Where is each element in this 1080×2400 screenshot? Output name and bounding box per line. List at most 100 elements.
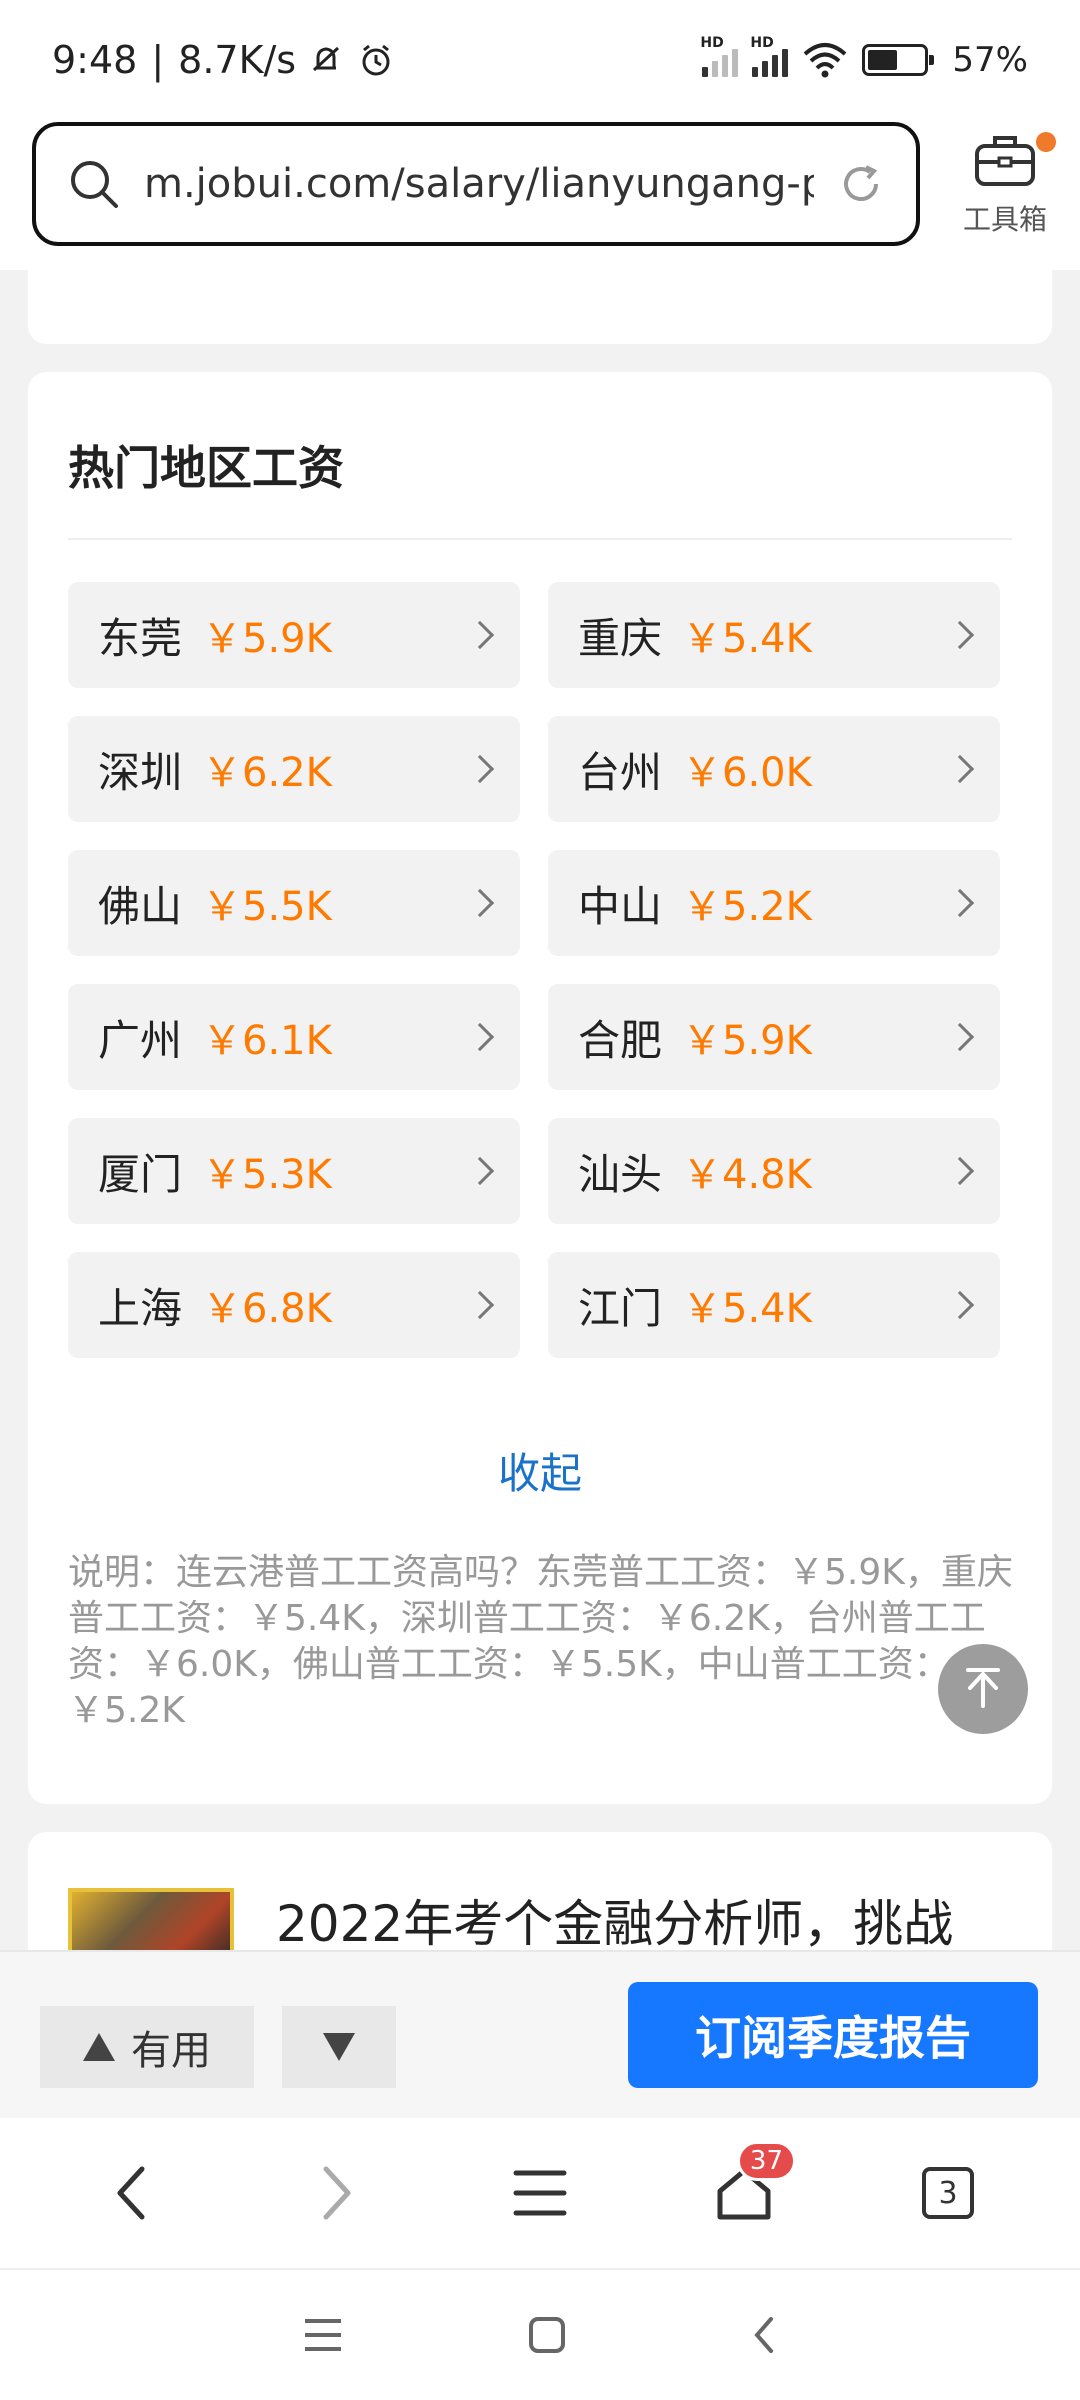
toolbox-label: 工具箱 xyxy=(962,203,1047,236)
chevron-right-icon xyxy=(945,1156,975,1186)
address-area: m.jobui.com/salary/lianyungang-p... 工具箱 xyxy=(0,120,1080,270)
region-city: 广州 xyxy=(98,1015,183,1065)
region-city: 深圳 xyxy=(98,747,183,797)
region-item[interactable]: 深圳 ￥6.2K xyxy=(68,716,520,822)
triangle-up-icon xyxy=(83,2033,115,2061)
region-city: 东莞 xyxy=(98,613,183,663)
region-item[interactable]: 汕头 ￥4.8K xyxy=(548,1118,1000,1224)
region-item[interactable]: 厦门 ￥5.3K xyxy=(68,1118,520,1224)
wifi-icon xyxy=(804,43,847,78)
region-city: 江门 xyxy=(578,1283,663,1333)
divider xyxy=(68,538,1012,540)
region-item[interactable]: 重庆 ￥5.4K xyxy=(548,582,1000,688)
forward-button[interactable] xyxy=(276,2133,396,2253)
region-item[interactable]: 广州 ￥6.1K xyxy=(68,984,520,1090)
status-left: 9:48 | 8.7K/s xyxy=(52,38,396,82)
back-icon xyxy=(117,2166,145,2220)
notification-dot xyxy=(1036,132,1056,152)
not-useful-button[interactable] xyxy=(282,2006,396,2088)
salary-note: 说明：连云港普工工资高吗？东莞普工工资：￥5.9K，重庆普工工资：￥5.4K，深… xyxy=(68,1552,1013,1731)
feedback-bar: 有用 订阅季度报告 xyxy=(0,1950,1080,2118)
back-system-icon[interactable] xyxy=(749,2313,779,2357)
region-city: 上海 xyxy=(98,1283,183,1333)
region-salary: ￥5.5K xyxy=(202,884,332,930)
search-icon xyxy=(71,161,118,208)
chevron-right-icon xyxy=(945,888,975,918)
mute-icon xyxy=(313,46,340,72)
menu-button[interactable] xyxy=(480,2133,600,2253)
alarm-icon xyxy=(362,44,390,76)
home-system-icon[interactable] xyxy=(527,2315,567,2355)
region-item[interactable]: 台州 ￥6.0K xyxy=(548,716,1000,822)
region-item[interactable]: 上海 ￥6.8K xyxy=(68,1252,520,1358)
section-title: 热门地区工资 xyxy=(68,441,344,495)
home-badge: 37 xyxy=(736,2141,796,2181)
region-city: 汕头 xyxy=(578,1149,663,1199)
popular-region-salary-card: 热门地区工资 东莞 ￥5.9K 重庆 ￥5.4K 深圳 ￥6.2K 台州 ￥6.0K 佛… xyxy=(28,372,1052,1804)
triangle-down-icon xyxy=(323,2033,355,2061)
news-thumbnail xyxy=(68,1888,234,1952)
chevron-right-icon xyxy=(465,888,495,918)
region-salary: ￥4.8K xyxy=(682,1152,812,1198)
chevron-right-icon xyxy=(465,1156,495,1186)
region-salary: ￥5.4K xyxy=(682,1286,812,1332)
signal-1-icon: HD xyxy=(700,35,739,77)
toolbox-button[interactable]: 工具箱 xyxy=(950,130,1060,238)
refresh-icon[interactable] xyxy=(836,159,886,209)
region-city: 合肥 xyxy=(578,1015,663,1065)
toolbox-icon xyxy=(975,136,1035,186)
region-city: 厦门 xyxy=(98,1149,183,1199)
browser-nav-bar: 37 3 xyxy=(0,2118,1080,2270)
news-title[interactable]: 2022年考个金融分析师，挑战 xyxy=(276,1884,953,1952)
region-salary: ￥5.4K xyxy=(682,616,812,662)
status-bar: 9:48 | 8.7K/s HD HD 57% xyxy=(0,0,1080,120)
region-salary: ￥6.2K xyxy=(202,750,332,796)
home-button[interactable]: 37 xyxy=(684,2133,804,2253)
news-card[interactable]: 2022年考个金融分析师，挑战 xyxy=(28,1832,1052,1952)
status-right: HD HD 57% xyxy=(700,35,1028,80)
network-speed: 8.7K/s xyxy=(178,38,297,82)
region-city: 佛山 xyxy=(98,881,183,931)
useful-button[interactable]: 有用 xyxy=(40,2006,254,2088)
back-button[interactable] xyxy=(72,2133,192,2253)
collapse-link[interactable]: 收起 xyxy=(28,1440,1052,1501)
signal-2-icon: HD xyxy=(750,35,789,77)
region-salary: ￥5.2K xyxy=(682,884,812,930)
region-salary-grid: 东莞 ￥5.9K 重庆 ￥5.4K 深圳 ￥6.2K 台州 ￥6.0K 佛山 ￥5.5K … xyxy=(68,582,1012,1358)
region-item[interactable]: 合肥 ￥5.9K xyxy=(548,984,1000,1090)
chevron-right-icon xyxy=(945,1290,975,1320)
region-salary: ￥5.9K xyxy=(682,1018,812,1064)
battery-percent: 57% xyxy=(952,40,1028,80)
region-city: 台州 xyxy=(578,747,663,797)
region-salary: ￥5.3K xyxy=(202,1152,332,1198)
region-salary: ￥6.8K xyxy=(202,1286,332,1332)
address-bar[interactable]: m.jobui.com/salary/lianyungang-p... xyxy=(32,122,920,246)
tabs-button[interactable]: 3 xyxy=(888,2133,1008,2253)
chevron-right-icon xyxy=(945,1022,975,1052)
region-city: 重庆 xyxy=(578,613,663,663)
chevron-right-icon xyxy=(945,754,975,784)
region-salary: ￥6.1K xyxy=(202,1018,332,1064)
status-time: 9:48 xyxy=(52,38,138,82)
status-separator: | xyxy=(151,38,165,82)
back-to-top-button[interactable] xyxy=(938,1644,1028,1734)
recent-apps-icon[interactable] xyxy=(301,2315,345,2355)
url-text[interactable]: m.jobui.com/salary/lianyungang-p... xyxy=(144,161,814,207)
chevron-right-icon xyxy=(465,620,495,650)
battery-icon xyxy=(862,44,935,76)
region-salary: ￥6.0K xyxy=(682,750,812,796)
subscribe-report-button[interactable]: 订阅季度报告 xyxy=(628,1982,1038,2088)
useful-label: 有用 xyxy=(131,2028,211,2074)
region-item[interactable]: 佛山 ￥5.5K xyxy=(68,850,520,956)
back-to-top-icon xyxy=(966,1668,1000,1708)
region-item[interactable]: 中山 ￥5.2K xyxy=(548,850,1000,956)
region-item[interactable]: 东莞 ￥5.9K xyxy=(68,582,520,688)
menu-icon xyxy=(513,2170,567,2216)
tabs-icon: 3 xyxy=(922,2167,974,2219)
forward-icon xyxy=(323,2166,351,2220)
chevron-right-icon xyxy=(945,620,975,650)
region-city: 中山 xyxy=(578,881,663,931)
region-salary: ￥5.9K xyxy=(202,616,332,662)
region-item[interactable]: 江门 ￥5.4K xyxy=(548,1252,1000,1358)
previous-card-bottom xyxy=(28,270,1052,344)
